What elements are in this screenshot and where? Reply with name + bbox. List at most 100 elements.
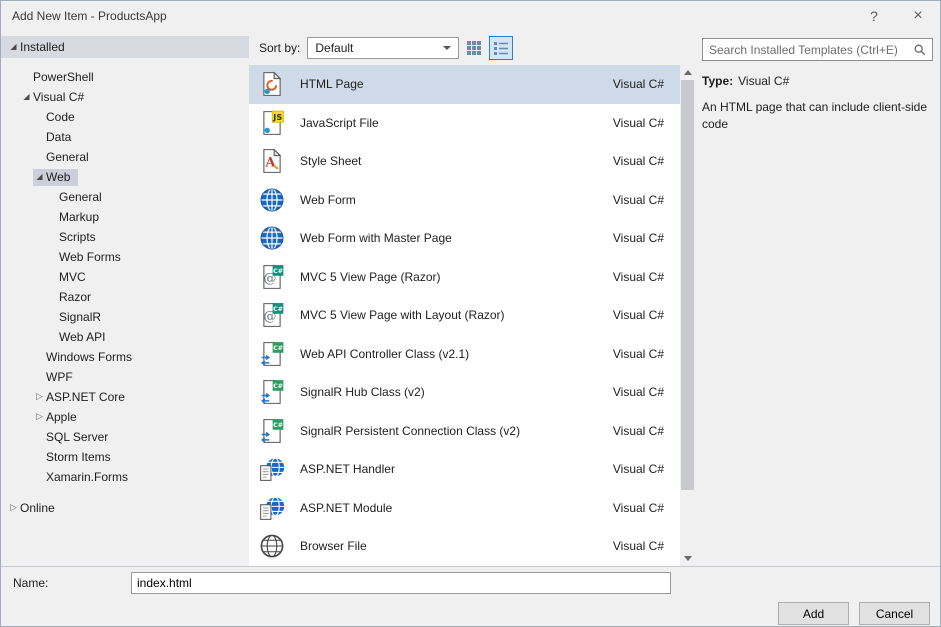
scrollbar-thumb[interactable] <box>681 80 694 490</box>
tree-item-apple[interactable]: ▷ Apple <box>1 407 249 427</box>
list-view-button[interactable] <box>489 36 513 60</box>
search-input[interactable] <box>709 43 909 57</box>
search-icon[interactable] <box>913 43 927 57</box>
tree-item-general[interactable]: General <box>1 187 249 207</box>
browser-file-icon <box>259 533 285 559</box>
tree-item-label: SignalR <box>59 310 101 324</box>
sort-by-label: Sort by: <box>259 41 300 55</box>
dialog-footer: Name: Add Cancel <box>1 566 940 626</box>
template-pane: Sort by: Default HTML Page Visual C# JS … <box>249 31 695 566</box>
tree-item-storm-items[interactable]: Storm Items <box>1 447 249 467</box>
template-language: Visual C# <box>613 424 664 438</box>
tree-item-label: Web <box>46 170 70 184</box>
scrollbar-track[interactable] <box>680 80 695 551</box>
tree-item-xamarin-forms[interactable]: Xamarin.Forms <box>1 467 249 487</box>
category-tree: ◢ Installed PowerShell ◢ Visual C# Code … <box>1 31 249 566</box>
dialog-body: ◢ Installed PowerShell ◢ Visual C# Code … <box>1 31 940 566</box>
tree-item-wpf[interactable]: WPF <box>1 367 249 387</box>
titlebar: Add New Item - ProductsApp ? × <box>1 1 940 31</box>
template-language: Visual C# <box>613 270 664 284</box>
tree-item-powershell[interactable]: PowerShell <box>1 67 249 87</box>
tree-item-installed[interactable]: ◢ Installed <box>1 36 249 58</box>
javascript-file-icon: JS <box>259 110 285 136</box>
list-toolbar: Sort by: Default <box>249 31 695 65</box>
tree-item-web-api[interactable]: Web API <box>1 327 249 347</box>
list-area: HTML Page Visual C# JS JavaScript File V… <box>249 65 695 566</box>
tree-expanded-icon[interactable]: ◢ <box>20 93 33 101</box>
svg-text:A: A <box>264 156 276 171</box>
tree-collapsed-icon[interactable]: ▷ <box>33 412 46 421</box>
tree-item-visual-c[interactable]: ◢ Visual C# <box>1 87 249 107</box>
sort-by-dropdown[interactable]: Default <box>307 37 459 59</box>
svg-text:C#: C# <box>273 306 283 313</box>
tree-item-web-forms[interactable]: Web Forms <box>1 247 249 267</box>
tree-item-web[interactable]: ◢ Web <box>1 167 249 187</box>
scroll-down-icon[interactable] <box>680 551 695 566</box>
medium-icons-view-button[interactable] <box>462 36 486 60</box>
template-item-asp-net-module[interactable]: ASP.NET Module Visual C# <box>249 489 680 528</box>
grid-view-icon <box>466 40 482 56</box>
scroll-up-icon[interactable] <box>680 65 695 80</box>
search-box[interactable] <box>702 38 933 61</box>
template-language: Visual C# <box>613 501 664 515</box>
tree-item-razor[interactable]: Razor <box>1 287 249 307</box>
tree-collapsed-icon[interactable]: ▷ <box>33 392 46 401</box>
cancel-button[interactable]: Cancel <box>859 602 930 625</box>
name-row: Name: <box>13 572 930 594</box>
tree-item-data[interactable]: Data <box>1 127 249 147</box>
template-item-mvc-5-view-page-with-layout-razor[interactable]: @C# MVC 5 View Page with Layout (Razor) … <box>249 296 680 335</box>
close-button[interactable]: × <box>896 1 940 31</box>
tree-item-signalr[interactable]: SignalR <box>1 307 249 327</box>
template-name: ASP.NET Handler <box>300 462 613 476</box>
template-item-mvc-5-view-page-razor[interactable]: @C# MVC 5 View Page (Razor) Visual C# <box>249 258 680 297</box>
tree-item-mvc[interactable]: MVC <box>1 267 249 287</box>
template-item-browser-file[interactable]: Browser File Visual C# <box>249 527 680 566</box>
tree-item-windows-forms[interactable]: Windows Forms <box>1 347 249 367</box>
template-item-html-page[interactable]: HTML Page Visual C# <box>249 65 680 104</box>
tree-item-label: SQL Server <box>46 430 108 444</box>
svg-text:C#: C# <box>273 422 283 429</box>
tree-item-label: General <box>46 150 89 164</box>
template-item-asp-net-handler[interactable]: ASP.NET Handler Visual C# <box>249 450 680 489</box>
template-list: HTML Page Visual C# JS JavaScript File V… <box>249 65 680 566</box>
tree-item-label: Visual C# <box>33 90 84 104</box>
template-name: SignalR Hub Class (v2) <box>300 385 613 399</box>
template-name: MVC 5 View Page with Layout (Razor) <box>300 308 613 322</box>
template-item-javascript-file[interactable]: JS JavaScript File Visual C# <box>249 104 680 143</box>
tree-expanded-icon[interactable]: ◢ <box>7 43 20 51</box>
tree-item-code[interactable]: Code <box>1 107 249 127</box>
tree-item-label: Web API <box>59 330 105 344</box>
tree-item-markup[interactable]: Markup <box>1 207 249 227</box>
tree-item-label: MVC <box>59 270 86 284</box>
template-item-web-form[interactable]: Web Form Visual C# <box>249 181 680 220</box>
tree-expanded-icon[interactable]: ◢ <box>33 173 46 181</box>
tree-item-label: Apple <box>46 410 77 424</box>
tree-item-online[interactable]: ▷ Online <box>1 498 249 518</box>
add-button[interactable]: Add <box>778 602 849 625</box>
template-language: Visual C# <box>613 462 664 476</box>
tree-item-scripts[interactable]: Scripts <box>1 227 249 247</box>
mvc-view-page-layout-icon: @C# <box>259 302 285 328</box>
tree-item-label: Storm Items <box>46 450 111 464</box>
tree-item-sql-server[interactable]: SQL Server <box>1 427 249 447</box>
template-language: Visual C# <box>613 385 664 399</box>
tree-collapsed-icon[interactable]: ▷ <box>7 503 20 512</box>
template-item-style-sheet[interactable]: A Style Sheet Visual C# <box>249 142 680 181</box>
template-name: JavaScript File <box>300 116 613 130</box>
web-api-controller-icon: C# <box>259 341 285 367</box>
tree-item-label: Xamarin.Forms <box>46 470 128 484</box>
tree-item-label: Razor <box>59 290 91 304</box>
template-item-web-form-with-master-page[interactable]: Web Form with Master Page Visual C# <box>249 219 680 258</box>
web-form-master-page-icon <box>259 225 285 251</box>
template-item-signalr-hub-class-v2[interactable]: C# SignalR Hub Class (v2) Visual C# <box>249 373 680 412</box>
template-item-web-api-controller-class-v2-1[interactable]: C# Web API Controller Class (v2.1) Visua… <box>249 335 680 374</box>
tree-item-asp-net-core[interactable]: ▷ ASP.NET Core <box>1 387 249 407</box>
tree-item-label: Installed <box>20 40 65 54</box>
list-scrollbar[interactable] <box>680 65 695 566</box>
help-button[interactable]: ? <box>852 1 896 31</box>
template-item-signalr-persistent-connection-class-v2[interactable]: C# SignalR Persistent Connection Class (… <box>249 412 680 451</box>
tree-item-general[interactable]: General <box>1 147 249 167</box>
tree-item-label: PowerShell <box>33 70 94 84</box>
template-name: Web Form <box>300 193 613 207</box>
name-input[interactable] <box>131 572 671 594</box>
